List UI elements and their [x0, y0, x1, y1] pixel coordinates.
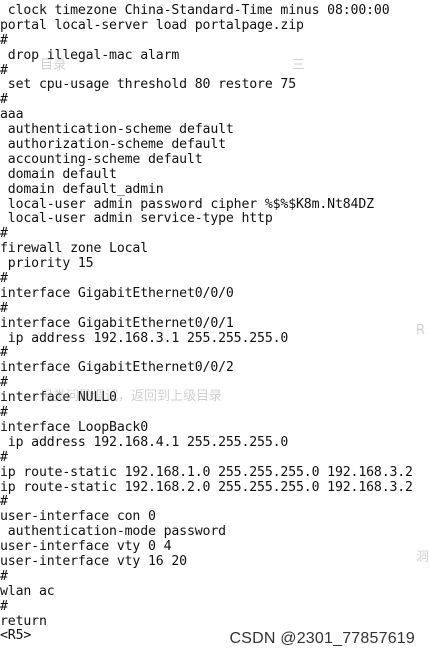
terminal-output: clock timezone China-Standard-Time minus…	[0, 3, 429, 658]
terminal-line: ip address 192.168.3.1 255.255.255.0	[0, 330, 289, 346]
terminal-line: #	[0, 92, 8, 108]
terminal-line: ip route-static 192.168.2.0 255.255.255.…	[0, 479, 413, 495]
terminal-line: authentication-scheme default	[0, 122, 234, 138]
terminal-line: #	[0, 226, 8, 242]
terminal-line: ip route-static 192.168.1.0 255.255.255.…	[0, 464, 413, 480]
terminal-line: #	[0, 494, 8, 510]
terminal-line: drop illegal-mac alarm	[0, 47, 180, 63]
terminal-line: #	[0, 300, 8, 316]
terminal-line: #	[0, 62, 8, 78]
terminal-line: ip address 192.168.4.1 255.255.255.0	[0, 434, 289, 450]
terminal-line: aaa	[0, 107, 24, 123]
terminal-line: accounting-scheme default	[0, 151, 203, 167]
terminal-line: interface GigabitEthernet0/0/2	[0, 360, 234, 376]
terminal-line: local-user admin password cipher %$%$K8m…	[0, 196, 374, 212]
terminal-line: interface LoopBack0	[0, 419, 149, 435]
terminal-line: #	[0, 568, 8, 584]
terminal-line: user-interface vty 0 4	[0, 539, 172, 555]
terminal-line: priority 15	[0, 256, 94, 272]
terminal-line: firewall zone Local	[0, 241, 149, 257]
terminal-line: authentication-mode password	[0, 524, 226, 540]
terminal-line: interface NULL0	[0, 390, 117, 406]
terminal-line: #	[0, 598, 8, 614]
terminal-window[interactable]: clock timezone China-Standard-Time minus…	[0, 0, 429, 658]
terminal-line: set cpu-usage threshold 80 restore 75	[0, 77, 297, 93]
terminal-line: interface GigabitEthernet0/0/1	[0, 315, 234, 331]
terminal-line: interface GigabitEthernet0/0/0	[0, 285, 234, 301]
terminal-line: domain default_admin	[0, 181, 164, 197]
terminal-line: authorization-scheme default	[0, 137, 226, 153]
terminal-line: user-interface vty 16 20	[0, 553, 187, 569]
terminal-line: portal local-server load portalpage.zip	[0, 17, 304, 33]
terminal-line: #	[0, 345, 8, 361]
terminal-line: #	[0, 32, 8, 48]
terminal-line: #	[0, 405, 8, 421]
terminal-line: #	[0, 271, 8, 287]
terminal-line: clock timezone China-Standard-Time minus…	[0, 3, 390, 18]
terminal-line: #	[0, 375, 8, 391]
terminal-line: #	[0, 449, 8, 465]
terminal-line: domain default	[0, 166, 117, 182]
terminal-line: user-interface con 0	[0, 509, 156, 525]
terminal-line: local-user admin service-type http	[0, 211, 273, 227]
terminal-line: return	[0, 613, 47, 629]
terminal-line: wlan ac	[0, 583, 55, 599]
csdn-watermark: CSDN @2301_77857619	[229, 630, 415, 647]
